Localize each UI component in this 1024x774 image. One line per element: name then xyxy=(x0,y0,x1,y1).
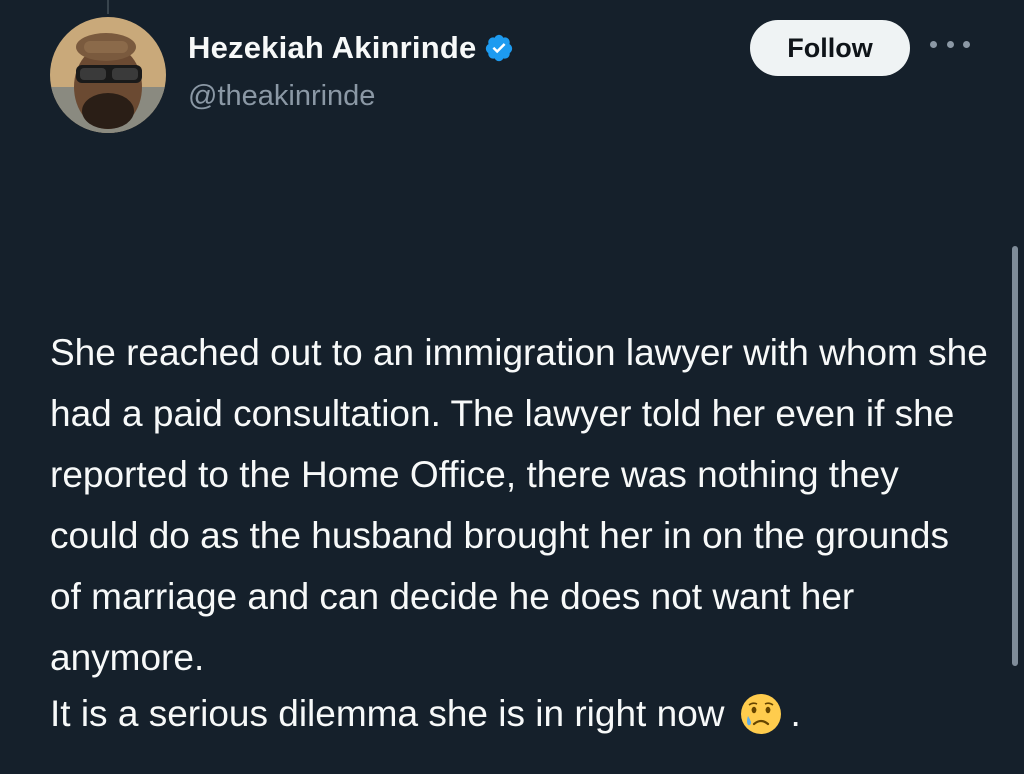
tweet-paragraph-2-text: It is a serious dilemma she is in right … xyxy=(50,693,725,734)
more-dot xyxy=(946,40,954,48)
more-dot xyxy=(963,40,970,48)
more-horizontal-icon[interactable] xyxy=(930,32,970,56)
tweet-text: She reached out to an immigration lawyer… xyxy=(50,200,990,749)
author-handle[interactable]: @theakinrinde xyxy=(188,80,375,113)
avatar[interactable] xyxy=(50,17,166,133)
tweet-paragraph-2-end: . xyxy=(790,693,801,734)
tweet-paragraph-2: It is a serious dilemma she is in right … xyxy=(50,683,801,744)
scrollbar[interactable] xyxy=(1012,246,1018,666)
thread-connector-line xyxy=(107,0,109,14)
author-name-row: Hezekiah Akinrinde xyxy=(188,30,514,66)
author-display-name[interactable]: Hezekiah Akinrinde xyxy=(188,30,476,66)
more-dot xyxy=(930,40,937,48)
follow-button[interactable]: Follow xyxy=(750,20,910,76)
tweet-paragraph-1: She reached out to an immigration lawyer… xyxy=(50,332,999,678)
verified-badge-icon xyxy=(484,33,514,63)
crying-face-icon xyxy=(739,692,783,736)
